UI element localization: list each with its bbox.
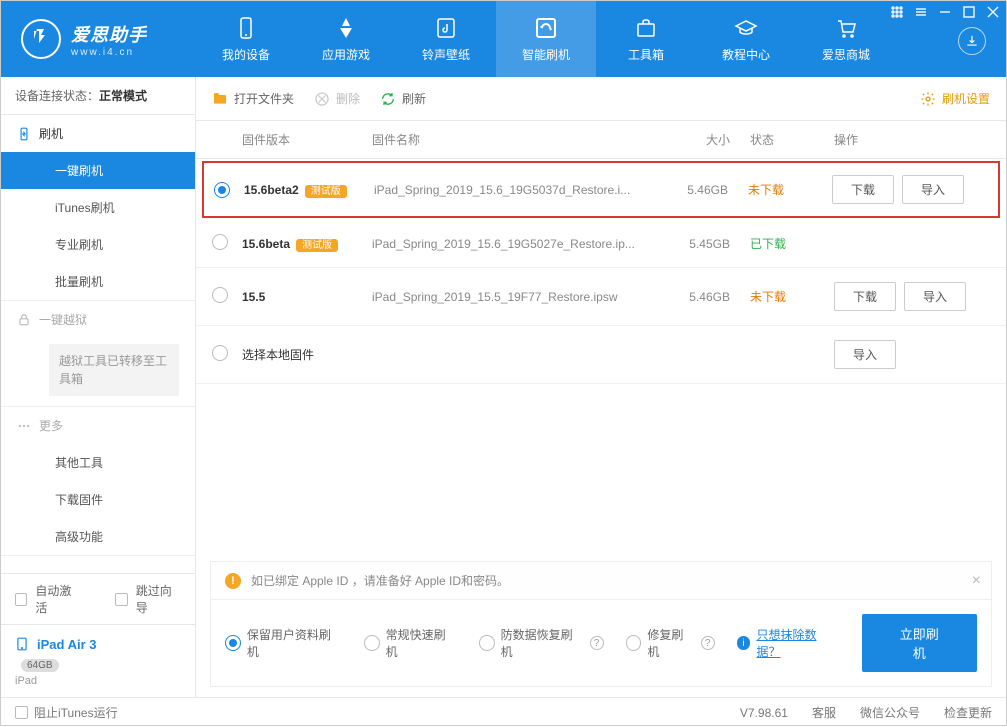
close-icon[interactable] [986, 5, 1000, 19]
flash-options: 保留用户资料刷机 常规快速刷机 防数据恢复刷机? 修复刷机? i只想抹除数据？ … [210, 600, 992, 687]
sidebar-flash-header[interactable]: 刷机 [1, 115, 195, 152]
firmware-radio[interactable] [214, 182, 230, 198]
device-info[interactable]: iPad Air 3 64GB iPad [1, 624, 195, 697]
import-local-button[interactable]: 导入 [834, 340, 896, 369]
flash-now-button[interactable]: 立即刷机 [862, 614, 977, 672]
sidebar-item-batch[interactable]: 批量刷机 [1, 263, 195, 300]
opt-normal[interactable]: 常规快速刷机 [364, 626, 457, 660]
grid-icon[interactable] [890, 5, 904, 19]
alert-bar: ! 如已绑定 Apple ID ，请准备好 Apple ID和密码。 × [210, 561, 992, 600]
download-button[interactable] [958, 27, 986, 55]
menu-icon[interactable] [914, 5, 928, 19]
more-icon [17, 419, 31, 433]
check-update-link[interactable]: 检查更新 [944, 704, 992, 721]
maximize-icon[interactable] [962, 5, 976, 19]
lock-icon [17, 313, 31, 327]
firmware-radio[interactable] [212, 287, 228, 303]
firmware-radio[interactable] [212, 234, 228, 250]
minimize-icon[interactable] [938, 5, 952, 19]
download-fw-button[interactable]: 下载 [832, 175, 894, 204]
sidebar-item-oneclick[interactable]: 一键刷机 [1, 152, 195, 189]
sidebar-jailbreak-header: 一键越狱 [1, 301, 195, 338]
sidebar-item-other[interactable]: 其他工具 [1, 444, 195, 481]
nav-tab-apps[interactable]: 应用游戏 [296, 1, 396, 77]
sidebar-item-downloadfw[interactable]: 下载固件 [1, 481, 195, 518]
firmware-radio[interactable] [212, 345, 228, 361]
nav-tab-flash[interactable]: 智能刷机 [496, 1, 596, 77]
sidebar-item-advanced[interactable]: 高级功能 [1, 518, 195, 555]
delete-icon [314, 91, 330, 107]
open-folder-button[interactable]: 打开文件夹 [212, 90, 294, 107]
wechat-link[interactable]: 微信公众号 [860, 704, 920, 721]
app-url: www.i4.cn [71, 47, 147, 58]
firmware-row[interactable]: 15.6beta2测试版 iPad_Spring_2019_15.6_19G50… [202, 161, 1000, 218]
app-header: 爱思助手 www.i4.cn 我的设备 应用游戏 铃声壁纸 智能刷机 工具箱 教… [1, 1, 1006, 77]
apps-icon [334, 16, 358, 40]
alert-close-icon[interactable]: × [972, 572, 981, 590]
cart-icon [834, 16, 858, 40]
phone-flash-icon [17, 127, 31, 141]
warning-icon: ! [225, 573, 241, 589]
skip-guide-checkbox[interactable] [115, 593, 127, 606]
import-fw-button[interactable]: 导入 [902, 175, 964, 204]
sidebar-item-itunes[interactable]: iTunes刷机 [1, 189, 195, 226]
refresh-toolbar-icon [380, 91, 396, 107]
nav-tab-ringtone[interactable]: 铃声壁纸 [396, 1, 496, 77]
version-label: V7.98.61 [740, 706, 788, 720]
help-icon[interactable]: ? [590, 636, 604, 650]
music-icon [434, 16, 458, 40]
opt-keep-data[interactable]: 保留用户资料刷机 [225, 626, 342, 660]
app-logo-icon [21, 19, 61, 59]
sidebar-item-pro[interactable]: 专业刷机 [1, 226, 195, 263]
refresh-icon [534, 16, 558, 40]
flash-settings-button[interactable]: 刷机设置 [920, 90, 990, 107]
service-link[interactable]: 客服 [812, 704, 836, 721]
refresh-button[interactable]: 刷新 [380, 90, 426, 107]
import-fw-button[interactable]: 导入 [904, 282, 966, 311]
jailbreak-note: 越狱工具已转移至工具箱 [49, 344, 179, 396]
hat-icon [734, 16, 758, 40]
footer: 阻止iTunes运行 V7.98.61 客服 微信公众号 检查更新 [1, 697, 1006, 727]
tablet-icon [15, 635, 29, 653]
info-icon: i [737, 636, 751, 650]
opt-anti-recovery[interactable]: 防数据恢复刷机? [479, 626, 604, 660]
block-itunes-checkbox[interactable] [15, 706, 28, 719]
window-controls [890, 5, 1000, 19]
sidebar: 设备连接状态：正常模式 刷机 一键刷机 iTunes刷机 专业刷机 批量刷机 一… [1, 77, 196, 697]
opt-repair[interactable]: 修复刷机? [626, 626, 715, 660]
nav-tabs: 我的设备 应用游戏 铃声壁纸 智能刷机 工具箱 教程中心 爱思商城 [196, 1, 896, 77]
nav-tab-device[interactable]: 我的设备 [196, 1, 296, 77]
download-fw-button[interactable]: 下载 [834, 282, 896, 311]
erase-link[interactable]: 只想抹除数据？ [756, 626, 839, 660]
nav-tab-toolbox[interactable]: 工具箱 [596, 1, 696, 77]
logo-section: 爱思助手 www.i4.cn [1, 19, 196, 59]
app-title: 爱思助手 [71, 21, 147, 47]
firmware-row[interactable]: 15.5 iPad_Spring_2019_15.5_19F77_Restore… [196, 268, 1006, 326]
folder-icon [212, 91, 228, 107]
toolbox-icon [634, 16, 658, 40]
gear-icon [920, 91, 936, 107]
delete-button: 删除 [314, 90, 360, 107]
auto-activate-checkbox[interactable] [15, 593, 27, 606]
firmware-row-local[interactable]: 选择本地固件 导入 [196, 326, 1006, 384]
toolbar: 打开文件夹 删除 刷新 刷机设置 [196, 77, 1006, 121]
phone-icon [234, 16, 258, 40]
firmware-list: 15.6beta2测试版 iPad_Spring_2019_15.6_19G50… [196, 159, 1006, 561]
connection-status: 设备连接状态：正常模式 [1, 77, 195, 115]
nav-tab-tutorial[interactable]: 教程中心 [696, 1, 796, 77]
help-icon[interactable]: ? [701, 636, 715, 650]
nav-tab-store[interactable]: 爱思商城 [796, 1, 896, 77]
firmware-row[interactable]: 15.6beta测试版 iPad_Spring_2019_15.6_19G502… [196, 220, 1006, 268]
table-header: 固件版本 固件名称 大小 状态 操作 [196, 121, 1006, 159]
content-area: 打开文件夹 删除 刷新 刷机设置 固件版本 固件名称 大小 状态 操作 [196, 77, 1006, 697]
sidebar-more-header[interactable]: 更多 [1, 407, 195, 444]
